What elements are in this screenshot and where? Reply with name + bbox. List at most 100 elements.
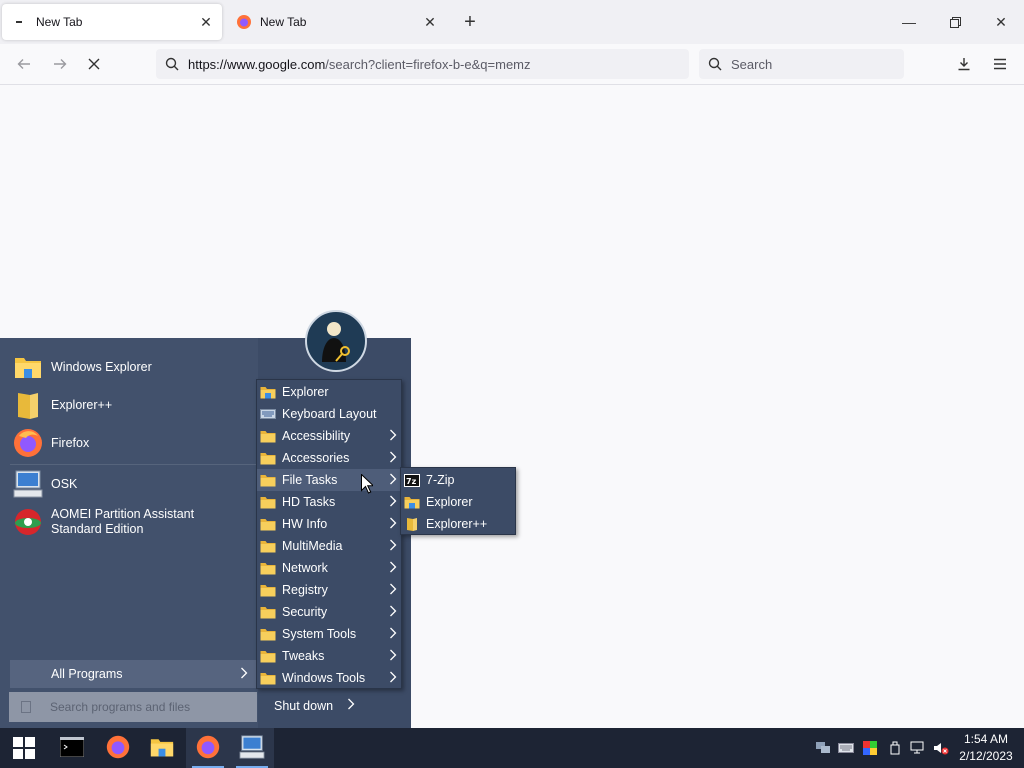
menu-item-hd-tasks[interactable]: HD Tasks bbox=[257, 491, 401, 513]
back-button[interactable] bbox=[10, 50, 38, 78]
menu-item-label: HW Info bbox=[282, 517, 328, 531]
start-button[interactable] bbox=[2, 728, 46, 768]
network-tray-icon[interactable] bbox=[815, 740, 831, 756]
explorerpp-icon bbox=[404, 517, 420, 531]
taskbar-firefox[interactable] bbox=[96, 728, 140, 768]
menu-item-label: Network bbox=[282, 561, 328, 575]
folder-icon bbox=[260, 605, 276, 619]
search-box-icon bbox=[21, 701, 31, 713]
chevron-right-icon[interactable] bbox=[347, 698, 355, 713]
menu-item-explorer[interactable]: Explorer bbox=[257, 381, 401, 403]
pinned-label: Firefox bbox=[51, 436, 90, 450]
volume-muted-icon[interactable] bbox=[933, 740, 949, 756]
menu-item-label: MultiMedia bbox=[282, 539, 343, 553]
menu-item-label: System Tools bbox=[282, 627, 357, 641]
tab-new-tab-active[interactable]: New Tab ✕ bbox=[2, 4, 222, 40]
clock-time: 1:54 AM bbox=[963, 732, 1009, 746]
network-status-icon[interactable] bbox=[910, 740, 926, 756]
search-bar[interactable]: Search bbox=[699, 49, 904, 79]
color-tray-icon[interactable] bbox=[862, 740, 878, 756]
url-bar[interactable]: https://www.google.com/search?client=fir… bbox=[156, 49, 689, 79]
forward-button[interactable] bbox=[46, 50, 74, 78]
all-programs-button[interactable]: All Programs bbox=[10, 660, 256, 688]
file-explorer-icon bbox=[150, 736, 174, 761]
menu-item-windows-tools[interactable]: Windows Tools bbox=[257, 667, 401, 689]
chevron-right-icon bbox=[389, 649, 397, 664]
menu-item-label: 7-Zip bbox=[426, 473, 455, 487]
firefox-icon bbox=[196, 735, 220, 762]
minimize-button[interactable]: — bbox=[886, 0, 932, 44]
explorer-folder-icon bbox=[260, 385, 276, 399]
close-window-button[interactable]: ✕ bbox=[978, 0, 1024, 44]
chevron-right-icon bbox=[389, 583, 397, 598]
chevron-right-icon bbox=[389, 605, 397, 620]
restore-button[interactable] bbox=[932, 0, 978, 44]
taskbar-file-explorer[interactable] bbox=[140, 728, 184, 768]
pinned-osk[interactable]: OSK bbox=[10, 466, 256, 502]
taskbar-firefox-active[interactable] bbox=[186, 728, 230, 768]
menu-item-label: Accessibility bbox=[282, 429, 351, 443]
pinned-aomei[interactable]: AOMEI Partition Assistant Standard Editio… bbox=[10, 504, 256, 540]
new-tab-button[interactable]: + bbox=[458, 10, 482, 34]
tab-title: New Tab bbox=[36, 15, 83, 29]
pinned-explorerpp[interactable]: Explorer++ bbox=[10, 387, 256, 423]
explorer-folder-icon bbox=[404, 495, 420, 509]
tab-new-tab[interactable]: New Tab ✕ bbox=[226, 4, 446, 40]
menu-item-tweaks[interactable]: Tweaks bbox=[257, 645, 401, 667]
menu-item-explorer[interactable]: Explorer++ bbox=[401, 513, 515, 535]
menu-item-security[interactable]: Security bbox=[257, 601, 401, 623]
svg-text:7z: 7z bbox=[406, 477, 417, 486]
chevron-right-icon bbox=[389, 495, 397, 510]
taskbar-osk[interactable] bbox=[230, 728, 274, 768]
menu-item-label: Accessories bbox=[282, 451, 350, 465]
tab-title: New Tab bbox=[260, 15, 307, 29]
folder-icon bbox=[260, 671, 276, 685]
taskbar: 1:54 AM 2/12/2023 bbox=[0, 728, 1024, 768]
pinned-firefox[interactable]: Firefox bbox=[10, 425, 256, 461]
folder-icon bbox=[260, 583, 276, 597]
downloads-button[interactable] bbox=[950, 50, 978, 78]
menu-item-system-tools[interactable]: System Tools bbox=[257, 623, 401, 645]
close-tab-icon[interactable]: ✕ bbox=[418, 10, 442, 34]
menu-item-accessibility[interactable]: Accessibility bbox=[257, 425, 401, 447]
pinned-separator bbox=[10, 464, 256, 465]
chevron-right-icon bbox=[389, 671, 397, 686]
stop-loading-button[interactable] bbox=[80, 50, 108, 78]
user-avatar[interactable] bbox=[305, 310, 367, 372]
usb-tray-icon[interactable] bbox=[887, 740, 903, 756]
chevron-right-icon bbox=[389, 627, 397, 642]
menu-item-7-zip[interactable]: 7z 7-Zip bbox=[401, 469, 515, 491]
menu-item-label: Security bbox=[282, 605, 328, 619]
chevron-right-icon bbox=[389, 539, 397, 554]
menu-item-registry[interactable]: Registry bbox=[257, 579, 401, 601]
taskbar-terminal[interactable] bbox=[50, 728, 94, 768]
shutdown-button[interactable]: Shut down bbox=[274, 698, 355, 713]
menu-item-explorer[interactable]: Explorer bbox=[401, 491, 515, 513]
folder-icon bbox=[260, 627, 276, 641]
osk-icon bbox=[239, 734, 265, 762]
taskbar-clock[interactable]: 1:54 AM 2/12/2023 bbox=[954, 731, 1018, 765]
shutdown-label: Shut down bbox=[274, 698, 334, 713]
menu-item-label: Registry bbox=[282, 583, 328, 597]
menu-item-file-tasks[interactable]: File Tasks bbox=[257, 469, 401, 491]
menu-item-keyboard-layout[interactable]: Keyboard Layout bbox=[257, 403, 401, 425]
keyboard-tray-icon[interactable] bbox=[838, 740, 854, 756]
chevron-right-icon bbox=[240, 667, 248, 682]
chevron-right-icon bbox=[389, 517, 397, 532]
close-tab-icon[interactable]: ✕ bbox=[194, 10, 218, 34]
menu-item-network[interactable]: Network bbox=[257, 557, 401, 579]
mouse-cursor-icon bbox=[361, 473, 375, 497]
loading-dot-icon bbox=[12, 14, 28, 30]
menu-item-label: Explorer++ bbox=[426, 517, 488, 531]
menu-item-multimedia[interactable]: MultiMedia bbox=[257, 535, 401, 557]
start-search-input[interactable]: Search programs and files bbox=[9, 692, 257, 722]
menu-item-accessories[interactable]: Accessories bbox=[257, 447, 401, 469]
folder-icon bbox=[260, 495, 276, 509]
menu-item-label: Explorer bbox=[282, 385, 329, 399]
pinned-windows-explorer[interactable]: Windows Explorer bbox=[10, 349, 256, 385]
chevron-right-icon bbox=[389, 473, 397, 488]
menu-item-hw-info[interactable]: HW Info bbox=[257, 513, 401, 535]
menu-button[interactable] bbox=[986, 50, 1014, 78]
pinned-label: AOMEI Partition Assistant Standard Editio… bbox=[51, 507, 195, 536]
pinned-label: Windows Explorer bbox=[51, 360, 152, 374]
